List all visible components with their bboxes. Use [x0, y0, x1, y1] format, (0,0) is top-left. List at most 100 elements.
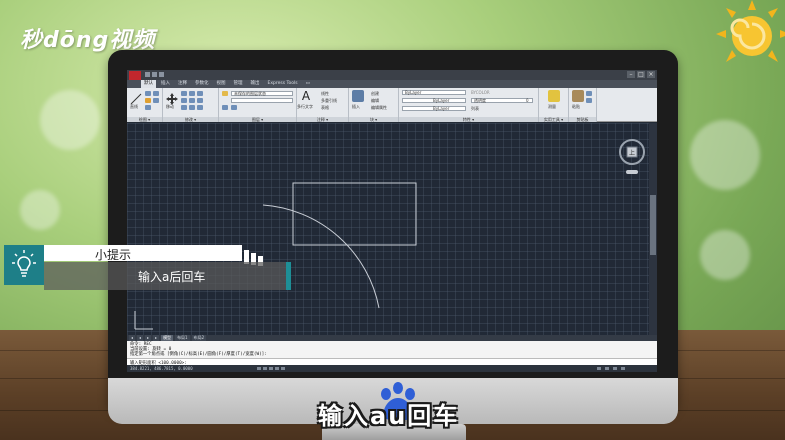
hatch-icon[interactable] — [153, 98, 159, 103]
polyline-icon[interactable] — [145, 91, 151, 96]
ucs-icon — [134, 311, 153, 330]
minimize-button[interactable]: – — [627, 71, 635, 78]
paste-button-label[interactable]: 粘贴 — [572, 104, 580, 110]
dimension-button-label[interactable]: 线性 — [321, 91, 329, 97]
line-button-label[interactable]: 直线 — [130, 104, 138, 110]
trim-icon[interactable] — [189, 91, 195, 96]
scale-icon[interactable] — [189, 105, 195, 110]
rectangle-icon[interactable] — [153, 91, 159, 96]
linetype-value: ByLayer — [433, 98, 450, 103]
grid-icon[interactable] — [263, 367, 267, 370]
measure-button-label[interactable]: 测量 — [548, 104, 556, 110]
drawing-geometry — [134, 182, 417, 330]
draw-panel: 直线 绘图 ▾ — [127, 88, 163, 122]
modify-panel-label[interactable]: 修改 ▾ — [163, 117, 218, 122]
block-panel-label[interactable]: 块 ▾ — [349, 117, 398, 122]
table-button-label[interactable]: 表格 — [321, 105, 329, 111]
properties-panel: ByLayer ByLayer ByLayer BYCOLOR 透明度 0 列表… — [399, 88, 539, 122]
cut-icon[interactable] — [586, 91, 592, 96]
lightbulb-icon — [4, 245, 44, 285]
copy-icon[interactable] — [181, 98, 187, 103]
layer-properties-icon[interactable] — [222, 91, 228, 96]
color-dropdown[interactable]: ByLayer — [402, 90, 466, 95]
circle-icon[interactable] — [145, 98, 151, 103]
save-icon[interactable] — [159, 72, 164, 77]
list-label[interactable]: 列表 — [471, 106, 479, 112]
tab-view[interactable]: 视图 — [214, 80, 229, 88]
edit-block-label[interactable]: 编辑 — [371, 98, 379, 104]
osnap-icon[interactable] — [281, 367, 285, 370]
create-block-label[interactable]: 创建 — [371, 91, 379, 97]
linetype-dropdown[interactable]: ByLayer — [402, 98, 466, 103]
arc-icon[interactable] — [145, 105, 151, 110]
rotate-icon[interactable] — [181, 91, 187, 96]
text-a-icon[interactable]: A — [300, 90, 312, 102]
measure-icon[interactable] — [548, 90, 560, 102]
ribbon: 直线 绘图 ▾ 移动 修改 ▾ 未保存的图层状态 图层 ▾ A 多行文字 线性 … — [127, 88, 657, 122]
annotation-panel: A 多行文字 线性 多重引线 表格 注释 ▾ — [297, 88, 349, 122]
coordinates-readout: 384.8221, 486.7815, 0.0000 — [130, 366, 193, 371]
leader-button-label[interactable]: 多重引线 — [321, 98, 337, 104]
autocad-a-icon[interactable] — [129, 71, 141, 80]
bokeh-light — [40, 90, 100, 150]
paste-icon[interactable] — [572, 90, 584, 102]
polar-icon[interactable] — [275, 367, 279, 370]
tip-title: 小提示 — [95, 248, 132, 262]
plotstyle-value: BYCOLOR — [471, 90, 490, 95]
tab-output[interactable]: 输出 — [248, 80, 263, 88]
modify-panel: 移动 修改 ▾ — [163, 88, 219, 122]
command-input[interactable]: 输入矩形面积 <100.0000>: — [127, 358, 657, 366]
tab-express-tools[interactable]: Express Tools — [265, 80, 301, 88]
tab-more[interactable]: ▭ — [303, 80, 313, 88]
draw-panel-label[interactable]: 绘图 ▾ — [127, 117, 162, 122]
insert-button-label[interactable]: 插入 — [352, 104, 360, 110]
rectangle-entity[interactable] — [292, 182, 417, 246]
annotation-panel-label[interactable]: 注释 ▾ — [297, 117, 348, 122]
move-icon[interactable] — [166, 90, 178, 105]
new-icon[interactable] — [145, 72, 150, 77]
edit-attribute-label[interactable]: 编辑属性 — [371, 105, 387, 111]
utilities-panel-label[interactable]: 实用工具 ▾ — [539, 117, 568, 122]
tab-default[interactable]: 默认 — [141, 80, 156, 88]
maximize-button[interactable]: □ — [637, 71, 645, 78]
viewcube-icon[interactable]: 上 — [617, 138, 647, 178]
tip-accent — [286, 262, 291, 290]
mirror-icon[interactable] — [189, 98, 195, 103]
clipboard-panel-label[interactable]: 剪贴板 — [569, 117, 596, 122]
transparency-label: 透明度 — [474, 98, 486, 103]
transparency-slider[interactable]: 透明度 0 — [471, 98, 533, 103]
workspace-icon[interactable] — [597, 367, 601, 370]
annotation-scale-icon[interactable] — [605, 367, 609, 370]
layers-panel-label[interactable]: 图层 ▾ — [219, 117, 296, 122]
mtext-button-label[interactable]: 多行文字 — [297, 104, 313, 110]
insert-block-icon[interactable] — [352, 90, 364, 102]
bokeh-light — [690, 120, 760, 190]
tab-manage[interactable]: 管理 — [231, 80, 246, 88]
settings-icon[interactable] — [613, 367, 617, 370]
layer-dropdown[interactable] — [231, 98, 293, 103]
ortho-icon[interactable] — [269, 367, 273, 370]
arc-entity[interactable] — [262, 204, 380, 309]
scrollbar-thumb[interactable] — [650, 195, 656, 255]
layer-tools-icon[interactable] — [222, 105, 228, 110]
layer-state-dropdown[interactable]: 未保存的图层状态 — [231, 91, 293, 96]
snap-icon[interactable] — [257, 367, 261, 370]
line-icon[interactable] — [130, 90, 142, 105]
erase-icon[interactable] — [197, 91, 203, 96]
close-button[interactable]: × — [647, 71, 655, 78]
tab-annotate[interactable]: 注释 — [175, 80, 190, 88]
tab-insert[interactable]: 插入 — [158, 80, 173, 88]
stretch-icon[interactable] — [181, 105, 187, 110]
layer-freeze-icon[interactable] — [231, 105, 237, 110]
title-bar: – □ × — [127, 70, 657, 80]
fullscreen-icon[interactable] — [621, 367, 625, 370]
fillet-icon[interactable] — [197, 98, 203, 103]
lineweight-dropdown[interactable]: ByLayer — [402, 106, 466, 111]
drawing-canvas[interactable] — [127, 123, 649, 335]
copy-clip-icon[interactable] — [586, 98, 592, 103]
array-icon[interactable] — [197, 105, 203, 110]
properties-panel-label[interactable]: 特性 ▾ — [399, 117, 538, 122]
move-button-label[interactable]: 移动 — [166, 104, 174, 110]
open-icon[interactable] — [152, 72, 157, 77]
tab-parametric[interactable]: 参数化 — [192, 80, 212, 88]
